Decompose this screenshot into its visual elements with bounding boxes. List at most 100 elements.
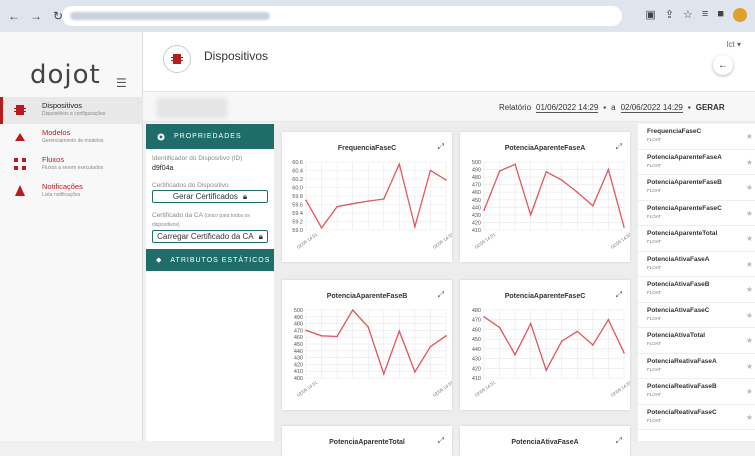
bookmark-star-icon[interactable]: ☆	[683, 8, 693, 22]
data-point	[623, 351, 625, 354]
expand-icon[interactable]: ⤢	[616, 436, 622, 446]
attribute-item[interactable]: PotenciaAparenteTotal FLOAT ★	[638, 226, 755, 252]
attribute-name: FrequenciaFaseC	[647, 128, 702, 135]
line-chart: 410 420430 440450 460470 480490 500 02/06 14:5…	[472, 160, 630, 250]
data-point	[445, 179, 447, 181]
load-ca-certificate-button[interactable]: Carregar Certificado da CA 🔒︎	[152, 230, 268, 244]
data-point	[483, 209, 485, 212]
lock-icon: 🔒︎	[242, 191, 248, 201]
menu-list-icon[interactable]: ≡	[702, 8, 708, 22]
generate-certificates-label: Gerar Certificados	[172, 192, 238, 201]
translate-icon[interactable]: ▣	[645, 8, 655, 22]
star-icon[interactable]: ★	[746, 336, 753, 345]
data-point	[305, 199, 307, 202]
attribute-item[interactable]: PotenciaAparenteFaseC FLOAT ★	[638, 201, 755, 226]
report-separator: a	[611, 103, 616, 112]
arrow-left-icon: ←	[718, 59, 728, 71]
attribute-item[interactable]: PotenciaAtivaFaseA FLOAT ★	[638, 252, 755, 277]
data-point	[560, 340, 563, 342]
star-icon[interactable]: ★	[746, 183, 753, 192]
y-tick-label: 470	[472, 318, 481, 324]
chart-card: FrequenciaFaseC ⤢ 59.0 59.2 59.4 59.6 59.8 60.0…	[282, 132, 452, 262]
attribute-item[interactable]: PotenciaAparenteFaseB FLOAT ★	[638, 175, 755, 201]
charts-area: FrequenciaFaseC ⤢ 59.0 59.2 59.4 59.6 59.8 60.0…	[274, 124, 638, 456]
star-icon[interactable]: ★	[746, 132, 753, 141]
attribute-type: FLOAT	[647, 162, 662, 168]
address-bar[interactable]	[62, 6, 622, 26]
generate-report-button[interactable]: GERAR	[696, 103, 725, 113]
sidebar-item-label: Modelos	[42, 128, 71, 137]
sidebar-item-notificacoes[interactable]: Notificações Lista notificações	[0, 178, 143, 205]
star-icon[interactable]: ★	[746, 311, 753, 320]
device-id-value: d9f04a	[152, 165, 174, 172]
x-tick-label: 02/06 14:51	[296, 380, 319, 398]
star-icon[interactable]: ★	[746, 387, 753, 396]
data-point	[514, 163, 516, 166]
data-point	[320, 335, 323, 337]
y-tick-label: 60.6	[292, 160, 303, 166]
user-menu[interactable]: lct ▾	[727, 40, 741, 49]
back-arrow-icon[interactable]: ←	[6, 8, 22, 24]
share-icon[interactable]: ⇪	[665, 8, 674, 22]
forward-arrow-icon[interactable]: →	[28, 8, 44, 24]
expand-icon[interactable]: ⤢	[438, 436, 444, 446]
profile-avatar[interactable]	[733, 8, 747, 22]
sidebar-item-label: Notificações	[42, 182, 83, 191]
y-tick-label: 60.4	[292, 169, 303, 175]
star-icon[interactable]: ★	[746, 413, 753, 422]
data-point	[623, 226, 625, 228]
attribute-item[interactable]: FrequenciaFaseC FLOAT ★	[638, 124, 755, 150]
calendar-icon[interactable]: ▪	[688, 103, 691, 113]
star-icon[interactable]: ★	[746, 234, 753, 243]
y-tick-label: 410	[472, 228, 481, 234]
star-icon[interactable]: ★	[746, 285, 753, 294]
calendar-icon[interactable]: ▪	[603, 103, 606, 113]
attribute-item[interactable]: PotenciaAtivaFaseC FLOAT ★	[638, 303, 755, 328]
attribute-item[interactable]: PotenciaAparenteFaseA FLOAT ★	[638, 150, 755, 175]
y-tick-label: 420	[472, 220, 481, 226]
data-point	[483, 316, 485, 318]
x-tick-label: 02/06 14:52	[432, 232, 452, 250]
report-start-date[interactable]: 01/06/2022 14:29	[536, 103, 599, 113]
sidebar-item-dispositivos[interactable]: Dispositivos Dispositivos e configurações	[0, 97, 143, 124]
attribute-item[interactable]: PotenciaReativaFaseA FLOAT ★	[638, 354, 755, 379]
back-button[interactable]: ←	[713, 55, 733, 75]
data-point	[529, 214, 532, 216]
star-icon[interactable]: ★	[746, 260, 753, 269]
y-tick-label: 420	[472, 366, 481, 372]
attribute-item[interactable]: PotenciaAtivaTotal FLOAT ★	[638, 328, 755, 354]
sidebar-item-modelos[interactable]: Modelos Gerenciamento de modelos	[0, 124, 143, 151]
browser-toolbar: ← → ↻ ▣ ⇪ ☆ ≡ ■	[0, 0, 755, 32]
app-logo[interactable]: dojot	[30, 60, 101, 90]
window-icon[interactable]: ■	[717, 8, 724, 22]
star-icon[interactable]: ★	[746, 158, 753, 167]
sidebar-menu: Dispositivos Dispositivos e configurações…	[0, 97, 143, 205]
star-icon[interactable]: ★	[746, 362, 753, 371]
attribute-item[interactable]: PotenciaReativaFaseC FLOAT ★	[638, 405, 755, 430]
y-tick-label: 60.2	[292, 177, 303, 183]
y-tick-label: 470	[472, 183, 481, 189]
gear-icon	[157, 133, 165, 140]
hamburger-menu-icon[interactable]: ☰	[116, 76, 127, 90]
attribute-item[interactable]: PotenciaAtivaFaseB FLOAT ★	[638, 277, 755, 303]
line-chart: 59.0 59.2 59.4 59.6 59.8 60.0 60.2 60.4 60.6 02/0…	[292, 160, 452, 250]
static-attributes-header[interactable]: ◆ ATRIBUTOS ESTÁTICOS	[146, 249, 274, 272]
data-point	[398, 163, 401, 165]
sidebar-item-label: Dispositivos	[42, 101, 83, 110]
generate-certificates-button[interactable]: Gerar Certificados 🔒︎	[152, 190, 268, 203]
attribute-type: FLOAT	[647, 366, 662, 372]
properties-panel: PROPRIEDADES Identificador do Dispositiv…	[146, 124, 274, 441]
attribute-item[interactable]: PotenciaReativaFaseB FLOAT ★	[638, 379, 755, 405]
y-tick-label: 500	[294, 308, 303, 314]
caret-down-icon: ▾	[736, 40, 741, 49]
data-point	[607, 318, 610, 321]
star-icon[interactable]: ★	[746, 209, 753, 218]
attribute-name: PotenciaAparenteFaseB	[647, 179, 722, 186]
report-end-date[interactable]: 02/06/2022 14:29	[620, 103, 683, 113]
model-icon	[15, 133, 25, 141]
sidebar-item-fluxos[interactable]: Fluxos Fluxos a serem executados	[0, 151, 143, 178]
x-tick-label: 02/06 14:52	[610, 232, 630, 250]
y-tick-label: 480	[472, 175, 481, 181]
y-tick-label: 490	[472, 168, 481, 174]
data-point	[320, 227, 323, 229]
